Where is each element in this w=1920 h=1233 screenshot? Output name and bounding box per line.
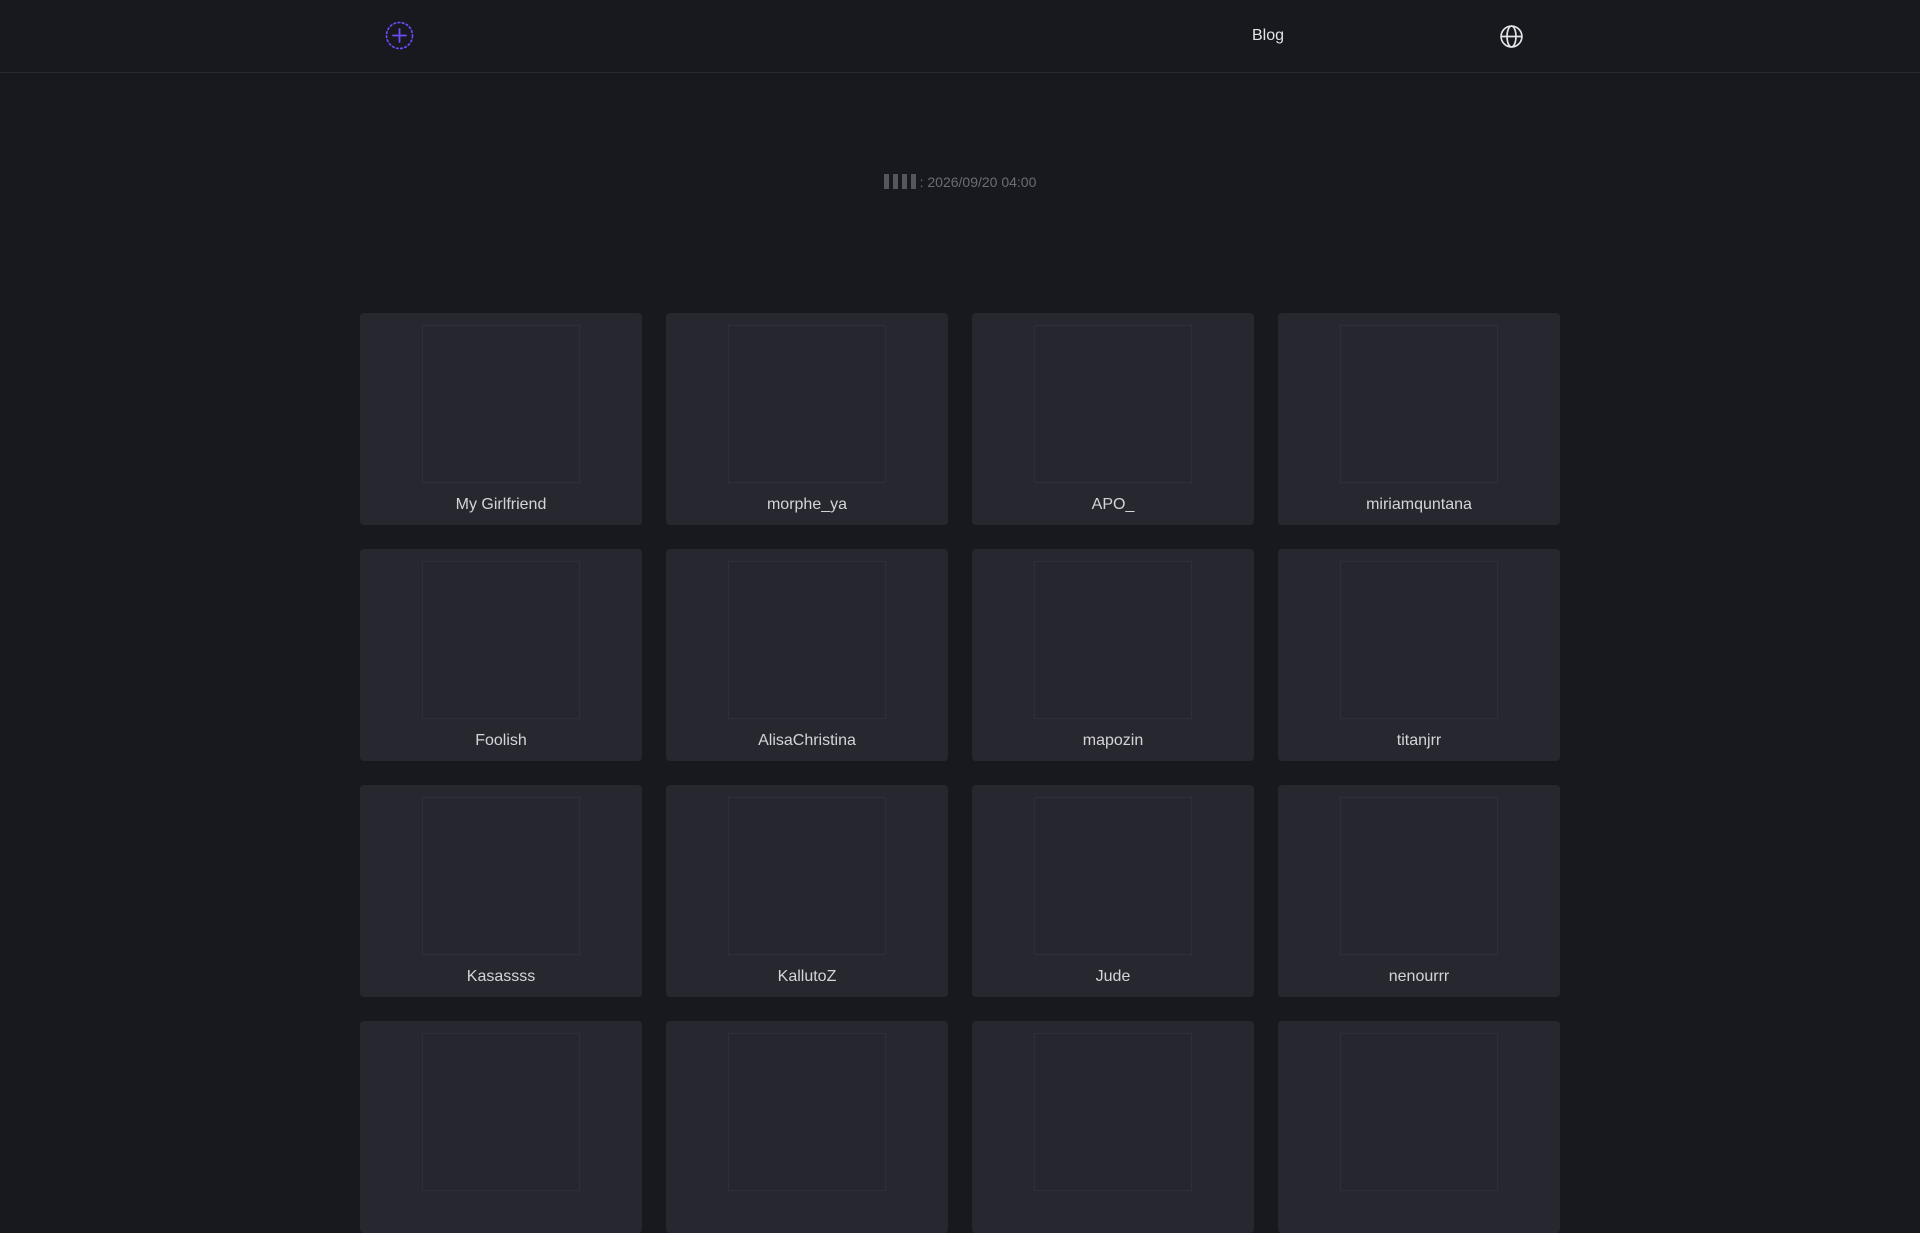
language-globe-button[interactable] [1499, 24, 1524, 49]
user-card[interactable] [360, 1021, 642, 1233]
card-thumbnail [422, 561, 580, 719]
last-updated-text: : 2026/09/20 04:00 [0, 172, 1920, 192]
card-name: titanjrr [1396, 732, 1442, 749]
card-name: morphe_ya [766, 496, 848, 513]
user-card[interactable]: Foolish [360, 549, 642, 761]
user-card[interactable] [1278, 1021, 1560, 1233]
user-card[interactable]: nenourrr [1278, 785, 1560, 997]
card-name: miriamquntana [1366, 496, 1472, 513]
user-card[interactable] [972, 1021, 1254, 1233]
card-thumbnail [728, 325, 886, 483]
card-thumbnail [422, 797, 580, 955]
card-name: AlisaChristina [758, 732, 856, 749]
user-card[interactable]: miriamquntana [1278, 313, 1560, 525]
user-card[interactable]: Kasassss [360, 785, 642, 997]
card-thumbnail [1340, 797, 1498, 955]
globe-icon [1500, 25, 1523, 48]
card-thumbnail [728, 561, 886, 719]
card-name: My Girlfriend [455, 496, 547, 513]
card-thumbnail [1034, 325, 1192, 483]
unrendered-glyphs [883, 174, 920, 190]
plus-circle-icon [385, 21, 414, 50]
card-name: Kasassss [466, 968, 536, 985]
card-thumbnail [1034, 1033, 1192, 1191]
card-name: Foolish [475, 732, 527, 749]
card-thumbnail [422, 325, 580, 483]
card-thumbnail [1034, 561, 1192, 719]
user-card[interactable]: titanjrr [1278, 549, 1560, 761]
top-nav: Blog [0, 0, 1920, 73]
user-card[interactable]: KallutoZ [666, 785, 948, 997]
card-thumbnail [1034, 797, 1192, 955]
card-thumbnail [1340, 1033, 1498, 1191]
card-thumbnail [422, 1033, 580, 1191]
blog-link[interactable]: Blog [1252, 26, 1284, 46]
card-name: mapozin [1082, 732, 1144, 749]
card-thumbnail [1340, 561, 1498, 719]
user-card-grid: My Girlfriend morphe_ya APO_ miriamqunta… [360, 313, 1560, 1233]
card-name: APO_ [1091, 496, 1135, 513]
user-card[interactable]: Jude [972, 785, 1254, 997]
card-thumbnail [728, 797, 886, 955]
card-thumbnail [728, 1033, 886, 1191]
logo-plus-circle-icon[interactable] [385, 21, 414, 50]
user-card[interactable] [666, 1021, 948, 1233]
card-name: KallutoZ [777, 968, 837, 985]
last-updated-value: : 2026/09/20 04:00 [919, 174, 1037, 190]
card-name: Jude [1095, 968, 1131, 985]
card-name: nenourrr [1388, 968, 1450, 985]
user-card[interactable]: mapozin [972, 549, 1254, 761]
user-card[interactable]: morphe_ya [666, 313, 948, 525]
user-card[interactable]: APO_ [972, 313, 1254, 525]
card-thumbnail [1340, 325, 1498, 483]
user-card[interactable]: My Girlfriend [360, 313, 642, 525]
user-card[interactable]: AlisaChristina [666, 549, 948, 761]
